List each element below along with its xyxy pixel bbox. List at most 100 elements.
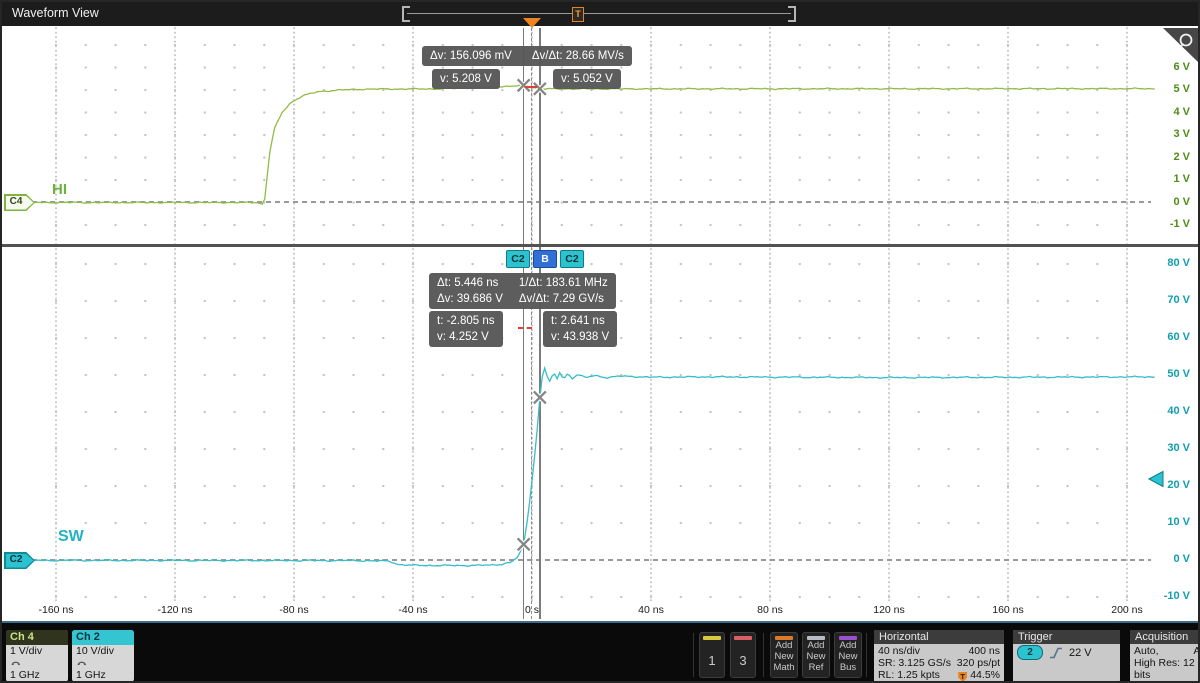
time-axis: -160 ns -120 ns -80 ns -40 ns 0 s 40 ns 80 ns 1… [2,602,1200,619]
overview-right-bracket[interactable] [788,6,796,22]
trigger-position-flag[interactable]: T [572,7,584,22]
zero-volt-line-bottom [32,559,1151,561]
acquisition-mode: Auto, [1134,645,1159,657]
toolbar-divider [866,633,867,677]
horizontal-panel[interactable]: Horizontal 40 ns/div400 nsSR: 3.125 GS/s… [874,630,1004,682]
v-tick-label: 60 V [1154,331,1190,343]
acquisition-panel[interactable]: Acquisition Auto, Ana High Res: 12 bits … [1130,630,1200,682]
v-tick-label: 0 V [1154,196,1190,208]
slew-rate-value: Δv/Δt: 7.29 GV/s [519,291,608,307]
oscilloscope-screen: Waveform View T C4 HI C2 SW 6 V5 V4 V3 V… [0,0,1200,683]
cursor-source-badge-b[interactable]: B [533,250,557,268]
cursor-b-voltage: v: 43.938 V [551,329,609,345]
v-tick-label: 80 V [1154,257,1190,269]
cursor-a-line[interactable] [523,28,525,619]
channel-badge-c2[interactable]: C2 [4,552,35,569]
horizontal-row: SR: 3.125 GS/s320 ps/pt [878,657,1000,669]
channel-bandwidth: 1 GHz [6,669,68,681]
overview-left-bracket[interactable] [402,6,410,22]
time-tick-label: 200 ns [1097,604,1157,616]
cursor-source-badges: C2BC2 [506,250,584,268]
cursor-b-line[interactable] [539,28,541,619]
trace-label-sw: SW [58,528,84,546]
horizontal-row: 40 ns/div400 ns [878,645,1000,657]
channel-color-stripe [703,636,721,640]
toolbar-divider [763,633,764,677]
cursor-readout-bottom-delta[interactable]: Δt: 5.446 ns 1/Δt: 183.61 MHz Δv: 39.686… [429,273,616,309]
v-tick-label: 70 V [1154,294,1190,306]
v-tick-label: 2 V [1154,151,1190,163]
plot-separator[interactable] [2,244,1198,247]
add-new-ref-button[interactable]: AddNewRef [802,632,830,678]
cursor-b-voltage-top[interactable]: v: 5.052 V [553,69,621,89]
voltage-axis-bottom: 80 V 70 V 60 V 50 V 40 V 30 V 20 V 10 V 0 V -10 V [1154,247,1192,603]
overview-track [407,13,791,14]
trigger-source-badge: 2 [1017,645,1043,660]
cursor-mid-indicator-top [525,86,537,88]
channel-card-ch4[interactable]: Ch 41 V/div1 GHz [6,630,68,682]
time-tick-label: -160 ns [26,604,86,616]
cursor-a-voltage: v: 4.252 V [437,329,495,345]
cursor-a-voltage-top[interactable]: v: 5.208 V [432,69,500,89]
toolbar-divider [693,633,694,677]
cursor-a-readout[interactable]: t: -2.805 ns v: 4.252 V [429,311,503,347]
acquisition-mode-clipped: Ana [1193,645,1200,657]
cursor-b-readout[interactable]: t: 2.641 ns v: 43.938 V [543,311,617,347]
time-tick-label: 120 ns [859,604,919,616]
horizontal-row: RL: 1.25 kptsT44.5% [878,669,1000,682]
rising-edge-icon [1049,647,1063,659]
trigger-panel-title: Trigger [1013,630,1120,644]
add-new-math-button[interactable]: AddNewMath [770,632,798,678]
v-tick-label: 40 V [1154,405,1190,417]
v-tick-label: 4 V [1154,106,1190,118]
v-tick-label: 30 V [1154,442,1190,454]
time-tick-label: -120 ns [145,604,205,616]
horizontal-panel-title: Horizontal [874,630,1004,644]
add-new-bus-button[interactable]: AddNewBus [834,632,862,678]
trigger-position-icon: T [958,672,967,682]
trigger-time-line [531,28,532,619]
inverse-delta-t-value: 1/Δt: 183.61 MHz [519,275,608,291]
time-tick-label: 0 s [502,604,562,616]
window-title: Waveform View [12,6,99,20]
delta-v-per-t-value: Δv/Δt: 28.66 MV/s [532,48,624,64]
cursor-source-badge-c2[interactable]: C2 [560,250,584,268]
trigger-panel[interactable]: Trigger 2 22 V [1013,630,1120,682]
v-tick-label: 3 V [1154,128,1190,140]
channel-card-title: Ch 2 [72,630,134,645]
v-tick-label: 5 V [1154,83,1190,95]
v-tick-label: -10 V [1154,590,1190,602]
delta-v-value: Δv: 39.686 V [437,291,503,307]
probe-icon [76,657,87,666]
channel-scale: 1 V/div [6,645,68,657]
trigger-position-marker-icon[interactable] [523,18,541,28]
delta-v-value: Δv: 156.096 mV [430,48,512,64]
v-tick-label: 50 V [1154,368,1190,380]
cursor-source-badge-c2[interactable]: C2 [506,250,530,268]
acquisition-count: 109 Acqs [1134,681,1177,682]
time-tick-label: 40 ns [621,604,681,616]
v-tick-label: -1 V [1154,218,1190,230]
zero-volt-line-top [32,201,1151,203]
delta-t-value: Δt: 5.446 ns [437,275,503,291]
cursor-readout-top-delta[interactable]: Δv: 156.096 mV Δv/Δt: 28.66 MV/s [422,46,632,66]
acquisition-panel-title: Acquisition [1130,630,1200,644]
v-tick-label: 10 V [1154,516,1190,528]
probe-icon [10,657,21,666]
v-tick-label: 0 V [1154,553,1190,565]
cursor-b-time: t: 2.641 ns [551,313,609,329]
trace-label-hi: HI [52,181,67,198]
waveform-button-1[interactable]: 1 [699,632,725,678]
horizontal-overview-slider[interactable]: T [402,6,796,22]
time-tick-label: -40 ns [383,604,443,616]
channel-card-ch2[interactable]: Ch 210 V/div1 GHz [72,630,134,682]
voltage-axis-top: 6 V5 V4 V3 V2 V1 V0 V-1 V [1154,26,1192,244]
v-tick-label: 1 V [1154,173,1190,185]
time-tick-label: -80 ns [264,604,324,616]
channel-badge-c4[interactable]: C4 [4,194,35,211]
cursor-a-time: t: -2.805 ns [437,313,495,329]
v-tick-label: 20 V [1154,479,1190,491]
waveform-button-3[interactable]: 3 [730,632,756,678]
toolbar: Ch 41 V/div1 GHzCh 210 V/div1 GHz 13 Add… [2,621,1200,683]
time-tick-label: 80 ns [740,604,800,616]
